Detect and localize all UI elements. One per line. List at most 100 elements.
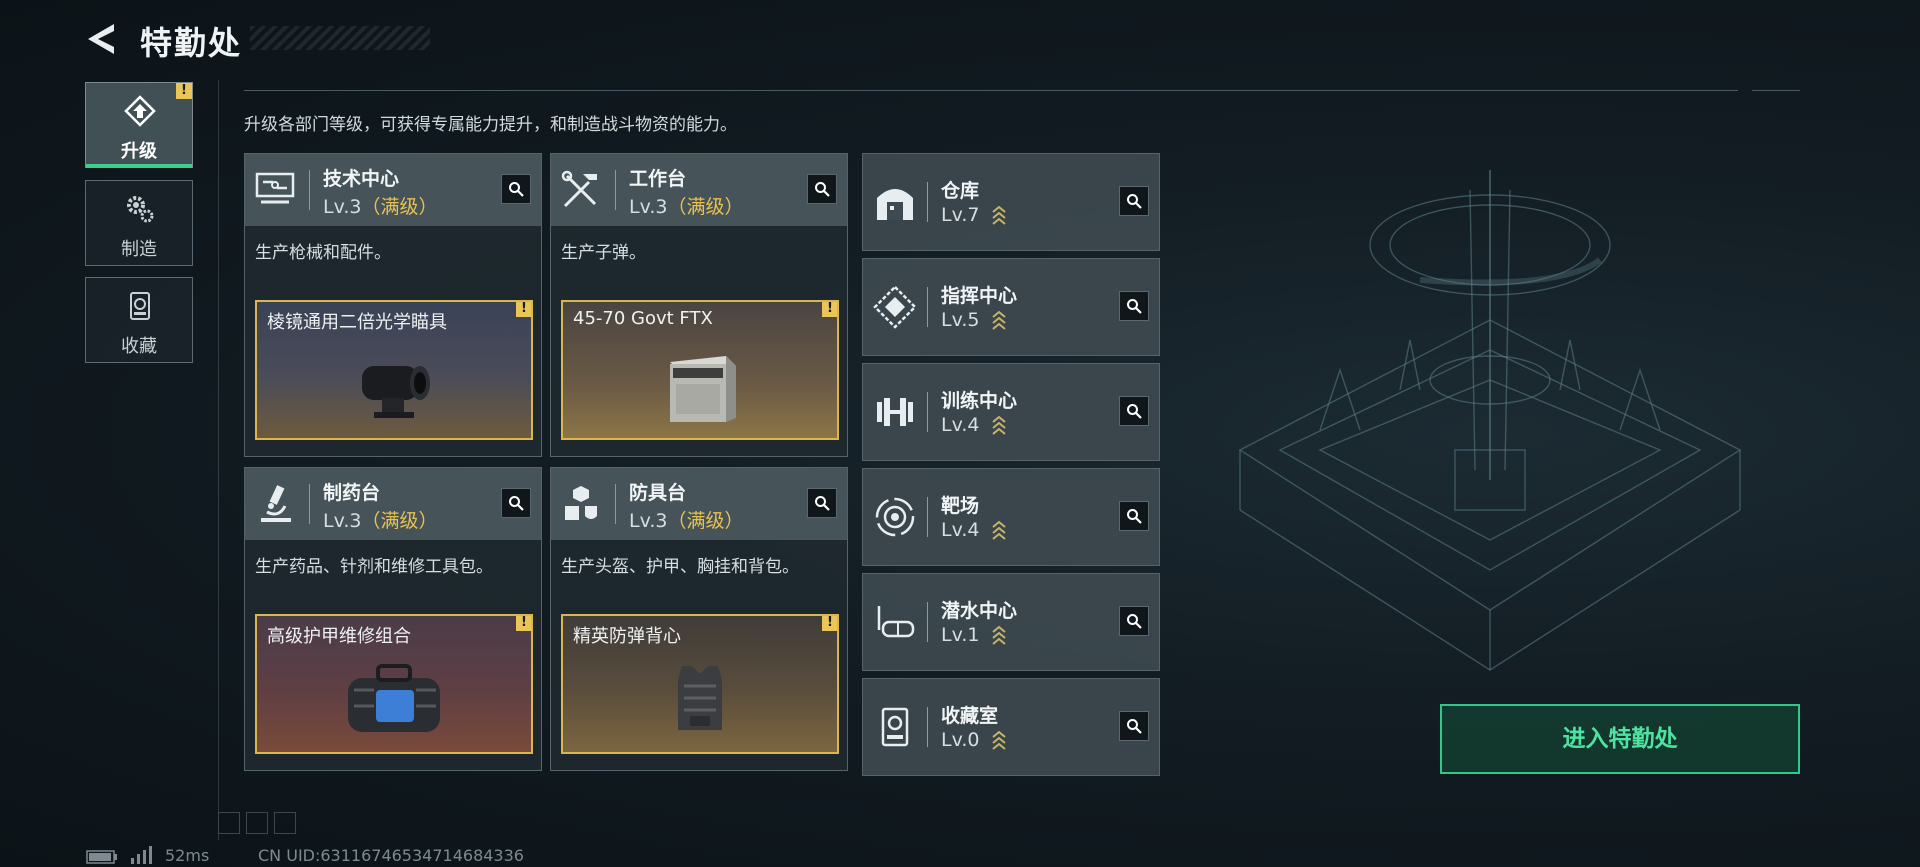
search-icon [1127,299,1142,314]
separator [927,707,928,747]
separator [927,497,928,537]
enter-special-ops-button[interactable]: 进入特勤处 [1440,704,1800,774]
search-button[interactable] [807,174,837,204]
facility-name: 潜水中心 [941,600,1018,622]
divider [1752,90,1800,91]
divider [244,90,1738,91]
alert-badge: ! [822,616,837,631]
max-level-label: （满级） [361,196,438,218]
title-decoration [250,26,430,50]
department-level: Lv.3（满级） [323,192,438,219]
facility-name: 训练中心 [941,390,1018,412]
search-button[interactable] [501,174,531,204]
facility-collection-room[interactable]: 收藏室 Lv.0 [862,678,1160,776]
search-icon [1127,614,1142,629]
department-description: 生产枪械和配件。 [255,243,391,263]
vest-image [678,666,722,730]
alert-badge: ! [516,616,531,631]
page-description: 升级各部门等级，可获得专属能力提升，和制造战斗物资的能力。 [244,115,737,135]
microscope-icon [261,485,291,522]
upgrade-chevron-icon [992,310,1006,330]
search-icon [509,182,524,197]
alert-badge: ! [822,302,837,317]
department-name: 技术中心 [323,168,400,190]
department-name: 工作台 [629,168,687,190]
tab-manufacture[interactable]: 制造 [85,180,193,266]
department-card-armor-bench[interactable]: 防具台 Lv.3（满级） 生产头盔、护甲、胸挂和背包。 精英防弹背心 ! [550,467,848,771]
level-value: Lv.3 [323,196,362,218]
search-button[interactable] [807,488,837,518]
item-name: 45-70 Govt FTX [573,308,713,329]
separator [615,170,616,210]
facility-level: Lv.4 [941,414,980,436]
department-description: 生产药品、针剂和维修工具包。 [255,557,493,577]
featured-item[interactable]: 45-70 Govt FTX ! [561,300,839,440]
separator [927,602,928,642]
search-button[interactable] [501,488,531,518]
item-name: 精英防弹背心 [573,626,681,647]
upgrade-chevron-icon [992,415,1006,435]
card-header: 技术中心 Lv.3（满级） [245,154,541,226]
level-value: Lv.3 [629,196,668,218]
decoration [218,812,240,834]
ping-value: 52ms [165,846,210,865]
department-card-workbench[interactable]: 工作台 Lv.3（满级） 生产子弹。 45-70 Govt FTX ! [550,153,848,457]
decoration [274,812,296,834]
facility-warehouse[interactable]: 仓库 Lv.7 [862,153,1160,251]
search-button[interactable] [1119,291,1149,321]
search-icon [815,496,830,511]
battery-icon [86,850,117,864]
search-button[interactable] [1119,711,1149,741]
separator [927,287,928,327]
tab-collection[interactable]: 收藏 [85,277,193,363]
search-button[interactable] [1119,396,1149,426]
department-name: 防具台 [629,482,687,504]
decoration [246,812,268,834]
scope-image [362,366,430,418]
featured-item[interactable]: 精英防弹背心 ! [561,614,839,754]
facility-name: 仓库 [941,180,980,202]
card-header: 工作台 Lv.3（满级） [551,154,847,226]
level-value: Lv.3 [323,510,362,532]
card-header: 防具台 Lv.3（满级） [551,468,847,540]
card-header: 制药台 Lv.3（满级） [245,468,541,540]
item-name: 棱镜通用二倍光学瞄具 [267,312,447,333]
dumbbell-icon [877,398,913,426]
collection-icon [130,292,150,320]
upgrade-icon [124,95,156,127]
department-name: 制药台 [323,482,381,504]
ammo-box-image [670,356,736,422]
search-button[interactable] [1119,186,1149,216]
separator [615,484,616,524]
collection-room-icon [881,707,909,747]
max-level-label: （满级） [667,510,744,532]
facility-level: Lv.7 [941,204,980,226]
search-button[interactable] [1119,606,1149,636]
facility-shooting-range[interactable]: 靶场 Lv.4 [862,468,1160,566]
facility-training-center[interactable]: 训练中心 Lv.4 [862,363,1160,461]
separator [927,182,928,222]
featured-item[interactable]: 棱镜通用二倍光学瞄具 ! [255,300,533,440]
search-icon [815,182,830,197]
facility-level: Lv.5 [941,309,980,331]
facility-diving-center[interactable]: 潜水中心 Lv.1 [862,573,1160,671]
tab-upgrade[interactable]: 升级 ! [85,82,193,168]
search-button[interactable] [1119,501,1149,531]
warehouse-icon [877,189,913,220]
facility-command-center[interactable]: 指挥中心 Lv.5 [862,258,1160,356]
tab-label: 升级 [121,141,157,162]
department-card-tech-center[interactable]: 技术中心 Lv.3（满级） 生产枪械和配件。 棱镜通用二倍光学瞄具 ! [244,153,542,457]
search-icon [1127,719,1142,734]
facility-level: Lv.0 [941,729,980,751]
item-name: 高级护甲维修组合 [267,626,411,647]
department-card-pharmacy[interactable]: 制药台 Lv.3（满级） 生产药品、针剂和维修工具包。 高级护甲维修组合 ! [244,467,542,771]
divider [218,80,219,840]
featured-item[interactable]: 高级护甲维修组合 ! [255,614,533,754]
max-level-label: （满级） [361,510,438,532]
signal-icon [131,846,152,864]
search-icon [509,496,524,511]
department-level: Lv.3（满级） [629,506,744,533]
back-arrow-icon[interactable] [86,22,120,56]
department-description: 生产头盔、护甲、胸挂和背包。 [561,557,799,577]
computer-icon [255,172,295,204]
